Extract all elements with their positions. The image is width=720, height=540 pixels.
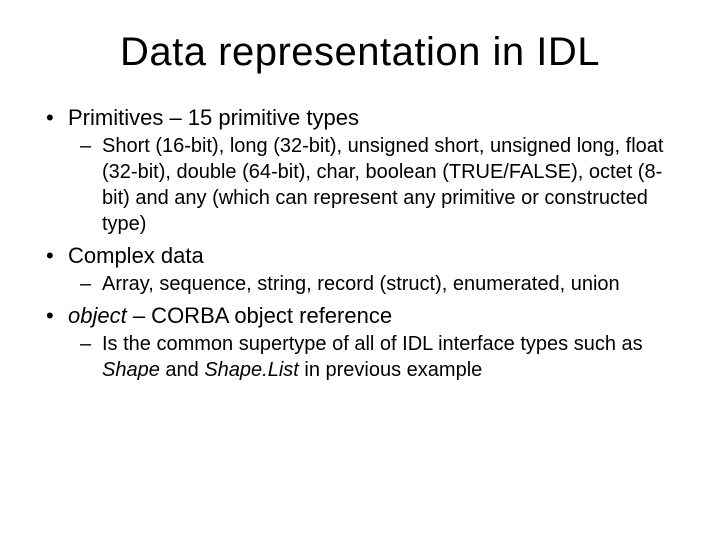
bullet-icon: •	[40, 303, 68, 329]
slide-title: Data representation in IDL	[40, 30, 680, 75]
bullet-text: Primitives – 15 primitive types	[68, 105, 680, 131]
bullet-icon: •	[40, 243, 68, 269]
list-item: – Array, sequence, string, record (struc…	[80, 271, 680, 297]
sub-list: – Short (16-bit), long (32-bit), unsigne…	[80, 133, 680, 237]
sub-list: – Array, sequence, string, record (struc…	[80, 271, 680, 297]
plain-text: and	[160, 359, 204, 381]
bullet-list: • Primitives – 15 primitive types – Shor…	[40, 105, 680, 383]
plain-text: – CORBA object reference	[127, 303, 392, 328]
plain-text: in previous example	[299, 359, 482, 381]
italic-text: Shape	[102, 359, 160, 381]
italic-text: Shape.List	[204, 359, 299, 381]
sub-text: Array, sequence, string, record (struct)…	[102, 271, 680, 297]
sub-text: Is the common supertype of all of IDL in…	[102, 331, 680, 383]
sub-list: – Is the common supertype of all of IDL …	[80, 331, 680, 383]
slide: Data representation in IDL • Primitives …	[0, 0, 720, 540]
list-item: • Primitives – 15 primitive types – Shor…	[40, 105, 680, 237]
plain-text: Is the common supertype of all of IDL in…	[102, 333, 643, 355]
list-item: – Is the common supertype of all of IDL …	[80, 331, 680, 383]
bullet-icon: •	[40, 105, 68, 131]
dash-icon: –	[80, 331, 102, 357]
bullet-text: object – CORBA object reference	[68, 303, 680, 329]
italic-text: object	[68, 303, 127, 328]
sub-text: Short (16-bit), long (32-bit), unsigned …	[102, 133, 680, 237]
dash-icon: –	[80, 133, 102, 159]
list-item: • Complex data – Array, sequence, string…	[40, 243, 680, 297]
bullet-text: Complex data	[68, 243, 680, 269]
dash-icon: –	[80, 271, 102, 297]
list-item: • object – CORBA object reference – Is t…	[40, 303, 680, 383]
list-item: – Short (16-bit), long (32-bit), unsigne…	[80, 133, 680, 237]
